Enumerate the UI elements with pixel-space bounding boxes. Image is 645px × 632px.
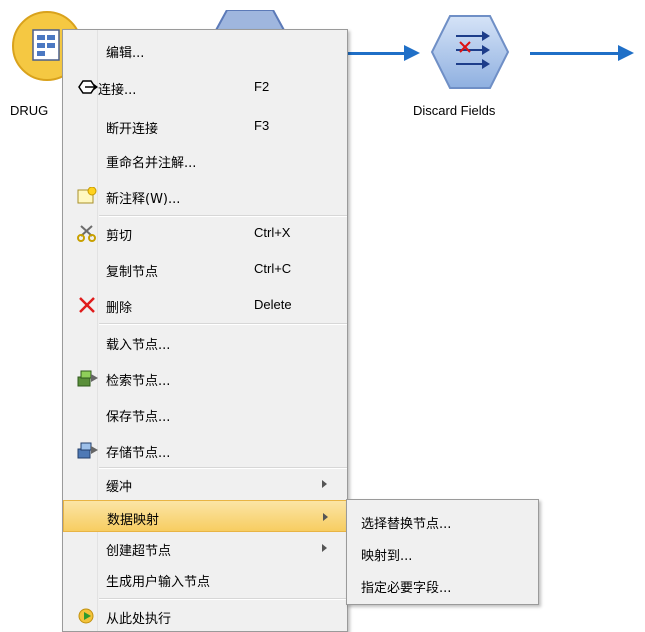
submenu-item-map-to[interactable]: 映射到... <box>347 538 538 568</box>
submenu-item-select-replacement[interactable]: 选择替换节点... <box>347 506 538 536</box>
menu-item-data-mapping[interactable]: 数据映射 <box>63 500 347 532</box>
menu-item-label: 编辑... <box>106 46 145 61</box>
flow-arrow-2-icon <box>618 45 634 61</box>
store-icon <box>77 441 98 459</box>
data-mapping-submenu: 选择替换节点... 映射到... 指定必要字段... <box>346 499 539 605</box>
menu-item-label: 载入节点... <box>106 338 171 353</box>
run-icon <box>77 607 97 625</box>
submenu-item-label: 选择替换节点... <box>361 517 452 532</box>
stream-canvas: DRUG Discard Fields 编辑... 连接... F2 断开连接 … <box>0 0 645 632</box>
menu-item-delete[interactable]: 删除 Delete <box>63 289 347 321</box>
retrieve-icon <box>77 369 98 387</box>
menu-item-label: 生成用户输入节点 <box>106 575 211 590</box>
discard-fields-icon <box>430 15 510 89</box>
submenu-item-specify-required-fields[interactable]: 指定必要字段... <box>347 570 538 600</box>
menu-item-label: 存储节点... <box>106 446 171 461</box>
flow-connector-2 <box>530 52 622 55</box>
context-menu: 编辑... 连接... F2 断开连接 F3 重命名并注解... 新注释(W).… <box>62 29 348 632</box>
menu-item-generate-user-input[interactable]: 生成用户输入节点 <box>63 563 347 595</box>
menu-item-copy-node[interactable]: 复制节点 Ctrl+C <box>63 253 347 285</box>
menu-item-edit[interactable]: 编辑... <box>63 34 347 66</box>
menu-item-shortcut: Delete <box>254 297 292 312</box>
menu-item-label: 复制节点 <box>106 265 159 280</box>
menu-item-label: 连接... <box>98 83 137 98</box>
new-comment-icon <box>77 186 97 205</box>
menu-item-new-comment[interactable]: 新注释(W)... <box>63 180 347 212</box>
menu-item-retrieve-node[interactable]: 检索节点... <box>63 362 347 394</box>
menu-item-load-node[interactable]: 载入节点... <box>63 326 347 358</box>
source-node-label: DRUG <box>10 103 49 118</box>
scissors-icon <box>77 224 97 242</box>
menu-item-store-node[interactable]: 存储节点... <box>63 434 347 466</box>
flow-arrow-1-icon <box>404 45 420 61</box>
menu-item-label: 剪切 <box>106 229 133 244</box>
submenu-arrow-icon <box>322 544 327 552</box>
menu-item-label: 重命名并注解... <box>106 156 197 171</box>
submenu-item-label: 指定必要字段... <box>361 581 452 596</box>
menu-item-label: 创建超节点 <box>106 544 172 559</box>
menu-item-shortcut: Ctrl+X <box>254 225 291 240</box>
menu-item-disconnect[interactable]: 断开连接 F3 <box>63 110 347 142</box>
menu-item-shortcut: F2 <box>254 79 270 94</box>
connect-icon <box>77 78 98 96</box>
menu-item-save-node[interactable]: 保存节点... <box>63 398 347 430</box>
menu-item-label: 新注释(W)... <box>106 192 181 207</box>
submenu-arrow-icon <box>322 480 327 488</box>
menu-item-connect[interactable]: 连接... F2 <box>63 71 347 103</box>
menu-item-label: 缓冲 <box>106 480 133 495</box>
menu-item-label: 检索节点... <box>106 374 171 389</box>
flow-connector-1 <box>348 52 408 55</box>
menu-item-label: 从此处执行 <box>106 612 172 627</box>
menu-item-run-from-here[interactable]: 从此处执行 <box>63 600 347 632</box>
menu-item-rename-annotate[interactable]: 重命名并注解... <box>63 144 347 176</box>
menu-item-cache[interactable]: 缓冲 <box>63 468 347 500</box>
delete-icon <box>77 296 97 314</box>
menu-separator <box>99 323 347 325</box>
discard-fields-label: Discard Fields <box>413 103 496 118</box>
menu-item-label: 删除 <box>106 301 133 316</box>
menu-item-create-supernode[interactable]: 创建超节点 <box>63 532 347 564</box>
discard-fields-node[interactable] <box>430 14 510 90</box>
menu-item-shortcut: F3 <box>254 118 270 133</box>
menu-item-label: 断开连接 <box>106 122 159 137</box>
submenu-arrow-icon <box>323 513 328 521</box>
menu-item-shortcut: Ctrl+C <box>254 261 292 276</box>
menu-item-label: 数据映射 <box>107 513 160 528</box>
submenu-item-label: 映射到... <box>361 549 413 564</box>
menu-item-cut[interactable]: 剪切 Ctrl+X <box>63 217 347 249</box>
menu-item-label: 保存节点... <box>106 410 171 425</box>
